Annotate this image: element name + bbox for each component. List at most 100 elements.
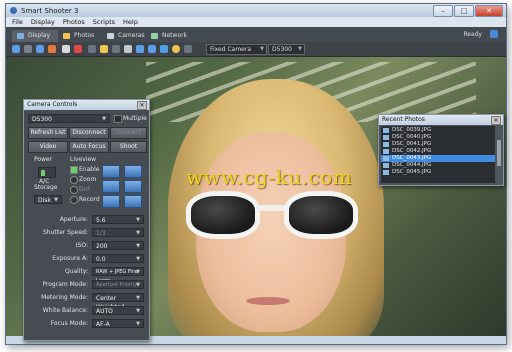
multiple-checkbox[interactable] (114, 115, 122, 123)
tab-network-label: Network (162, 32, 188, 39)
recent-photos-scrollbar[interactable] (496, 126, 502, 183)
close-icon[interactable]: ✕ (491, 116, 501, 125)
dof-radio[interactable] (70, 186, 78, 194)
select-icon[interactable] (12, 45, 20, 53)
zoom-icon[interactable] (136, 45, 144, 53)
tab-display[interactable]: Display (12, 30, 58, 42)
iso-select[interactable]: 200 ▼ (92, 241, 144, 250)
chevron-down-icon: ▼ (136, 217, 140, 223)
tab-network[interactable]: Network (146, 30, 198, 42)
dof-label: DoF (79, 186, 91, 193)
maximize-button[interactable]: □ (454, 5, 474, 17)
tab-cameras-label: Cameras (118, 32, 145, 39)
scrollbar-thumb[interactable] (497, 140, 501, 166)
fullscreen-icon[interactable] (160, 45, 168, 53)
window-title: Smart Shooter 3 (21, 7, 79, 15)
white-balance-select[interactable]: AUTO ▼ (92, 306, 144, 315)
quality-select[interactable]: RAW + JPEG Fine Large▼ (92, 267, 144, 284)
list-item[interactable]: DSC_0045.JPG (381, 169, 495, 176)
delete-icon[interactable] (74, 45, 82, 53)
power-label: Power (34, 156, 53, 163)
folder-icon[interactable] (100, 45, 108, 53)
chevron-down-icon: ▼ (102, 116, 106, 122)
focus-mode-label: Focus Mode: (50, 320, 88, 327)
list-item-selected[interactable]: DSC_0043.JPG (381, 155, 495, 162)
list-item-label: DSC_0042.JPG (392, 148, 432, 154)
program-mode-value: Aperture Priority (96, 282, 138, 288)
disconnect-button[interactable]: Disconnect (69, 127, 109, 139)
metering-mode-label: Metering Mode: (41, 294, 88, 301)
image-file-icon (383, 135, 389, 140)
lv-focus-far-button[interactable] (124, 165, 142, 178)
tab-cameras[interactable]: Cameras (102, 30, 152, 42)
arrow-left-icon[interactable] (36, 45, 44, 53)
iso-value: 200 (96, 243, 108, 250)
list-item[interactable]: DSC_0040.JPG (381, 134, 495, 141)
rows-icon[interactable] (124, 45, 132, 53)
app-icon (10, 7, 17, 14)
menu-file[interactable]: File (12, 17, 23, 27)
camera-model-select[interactable]: D5300 ▼ (268, 44, 305, 55)
menu-photos[interactable]: Photos (63, 17, 85, 27)
storage-select[interactable]: Disk ▼ (34, 195, 62, 204)
columns-icon[interactable] (112, 45, 120, 53)
camera-model-value: D5300 (272, 46, 292, 53)
grid-icon[interactable] (24, 45, 32, 53)
liveview-enable-checkbox[interactable] (70, 166, 78, 174)
minimize-button[interactable]: – (433, 5, 453, 17)
lv-focus-near-button[interactable] (102, 165, 120, 178)
video-button[interactable]: Video (28, 141, 68, 153)
chevron-down-icon: ▼ (260, 46, 264, 52)
layout-icon[interactable] (88, 45, 96, 53)
chevron-down-icon: ▼ (136, 295, 140, 301)
list-item-label: DSC_0040.JPG (392, 134, 432, 140)
auto-focus-button[interactable]: Auto Focus (69, 141, 109, 153)
overlay-icon[interactable] (184, 45, 192, 53)
display-icon (17, 33, 24, 39)
exposure-select[interactable]: 0.0 ▼ (92, 254, 144, 263)
list-item[interactable]: DSC_0042.JPG (381, 148, 495, 155)
menu-scripts[interactable]: Scripts (93, 17, 115, 27)
camera-mode-select[interactable]: Fixed Camera ▼ (206, 44, 267, 55)
shutter-speed-value: 1/3 (96, 230, 106, 237)
close-button[interactable]: ✕ (475, 5, 503, 17)
tab-display-label: Display (28, 32, 51, 39)
program-mode-select[interactable]: Aperture Priority ▼ (92, 280, 144, 289)
photo-icon[interactable] (62, 45, 70, 53)
image-file-icon (383, 163, 389, 168)
aperture-select[interactable]: 5.6 ▼ (92, 215, 144, 224)
window-controls: – □ ✕ (433, 5, 503, 17)
record-radio[interactable] (70, 196, 78, 204)
zoom-radio[interactable] (70, 176, 78, 184)
lv-right-button[interactable] (124, 195, 142, 208)
image-file-icon (383, 128, 389, 133)
image-file-icon (383, 142, 389, 147)
move-icon[interactable] (148, 45, 156, 53)
lv-left-button[interactable] (102, 195, 120, 208)
list-item[interactable]: DSC_0041.JPG (381, 141, 495, 148)
aperture-label: Aperture: (59, 216, 88, 223)
title-bar: Smart Shooter 3 – □ ✕ (6, 4, 506, 17)
photos-icon (63, 33, 70, 39)
metering-mode-select[interactable]: Center Weighted▼ (92, 293, 144, 311)
focus-icon[interactable] (172, 45, 180, 53)
menu-display[interactable]: Display (31, 17, 55, 27)
focus-mode-select[interactable]: AF-A ▼ (92, 319, 144, 328)
refresh-icon[interactable] (48, 45, 56, 53)
list-item[interactable]: DSC_0039.JPG (381, 127, 495, 134)
shoot-button[interactable]: Shoot (110, 141, 147, 153)
lv-zoom-in-button[interactable] (124, 180, 142, 193)
menu-help[interactable]: Help (123, 17, 138, 27)
close-icon[interactable]: ✕ (137, 101, 147, 110)
power-indicator: A/C (38, 167, 56, 185)
info-icon[interactable] (490, 30, 498, 38)
camera-mode-value: Fixed Camera (210, 46, 252, 53)
lv-zoom-out-button[interactable] (102, 180, 120, 193)
refresh-list-button[interactable]: Refresh List (28, 127, 68, 139)
shutter-speed-select[interactable]: 1/3 ▼ (92, 228, 144, 237)
camera-select[interactable]: D5300 ▼ (28, 114, 110, 123)
list-item[interactable]: DSC_0044.JPG (381, 162, 495, 169)
tab-photos[interactable]: Photos (58, 30, 104, 42)
cameras-icon (107, 33, 114, 39)
connect-button[interactable]: Connect (110, 127, 147, 139)
